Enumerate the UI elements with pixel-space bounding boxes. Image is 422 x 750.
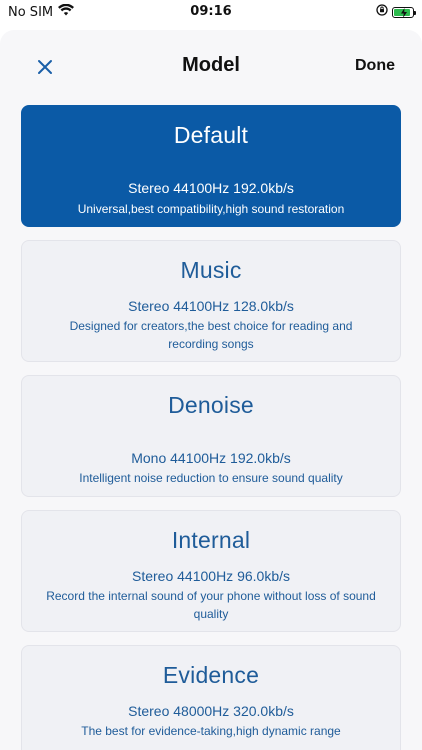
model-name: Internal <box>171 527 251 553</box>
model-card-denoise[interactable]: Denoise Mono 44100Hz 192.0kb/s Intellige… <box>21 375 401 497</box>
model-card-internal[interactable]: Internal Stereo 44100Hz 96.0kb/s Record … <box>21 510 401 632</box>
status-bar: No SIM 09:16 <box>0 0 422 28</box>
model-spec: Stereo 44100Hz 192.0kb/s <box>128 180 294 196</box>
battery-icon <box>392 6 416 18</box>
sheet-header: Model Done <box>0 30 422 102</box>
model-card-music[interactable]: Music Stereo 44100Hz 128.0kb/s Designed … <box>21 240 401 362</box>
model-description: Record the internal sound of your phone … <box>46 589 376 621</box>
done-button[interactable]: Done <box>355 57 395 75</box>
model-spec: Stereo 48000Hz 320.0kb/s <box>128 703 294 719</box>
model-description: Intelligent noise reduction to ensure so… <box>79 471 343 485</box>
status-time: 09:16 <box>190 4 232 19</box>
model-name: Default <box>173 122 249 148</box>
model-spec: Mono 44100Hz 192.0kb/s <box>131 450 291 466</box>
model-list: Default Stereo 44100Hz 192.0kb/s Univers… <box>21 105 401 750</box>
model-name: Music <box>180 257 242 283</box>
battery-nub <box>414 10 416 15</box>
model-description: Universal,best compatibility,high sound … <box>77 202 345 216</box>
model-card-evidence[interactable]: Evidence Stereo 48000Hz 320.0kb/s The be… <box>21 645 401 750</box>
model-spec: Stereo 44100Hz 128.0kb/s <box>128 298 294 314</box>
charging-bolt-icon <box>401 7 407 18</box>
model-name: Evidence <box>162 662 260 688</box>
model-card-default[interactable]: Default Stereo 44100Hz 192.0kb/s Univers… <box>21 105 401 227</box>
model-name: Denoise <box>168 392 254 418</box>
model-spec: Stereo 44100Hz 96.0kb/s <box>132 568 290 584</box>
orientation-lock-icon <box>376 4 388 20</box>
model-description: Designed for creators,the best choice fo… <box>69 319 353 351</box>
status-right <box>376 4 416 20</box>
model-sheet: Model Done Default Stereo 44100Hz 192.0k… <box>0 30 422 750</box>
model-description: The best for evidence-taking,high dynami… <box>81 724 341 738</box>
